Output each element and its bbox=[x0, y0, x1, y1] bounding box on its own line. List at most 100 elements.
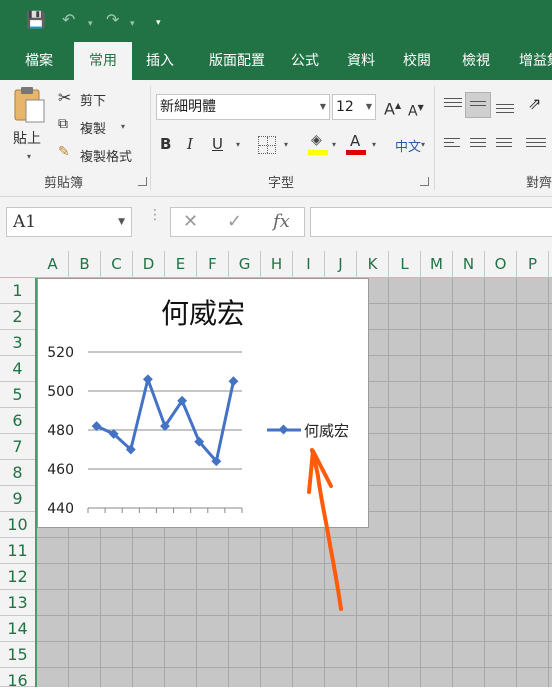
redo-icon[interactable]: ↷ bbox=[106, 10, 119, 30]
row-header[interactable]: 12 bbox=[0, 564, 35, 590]
tab-formulas[interactable]: 公式 bbox=[283, 42, 327, 80]
font-name-dropdown-icon[interactable]: ▼ bbox=[320, 95, 326, 119]
row-headers: 1 2 3 4 5 6 7 8 9 10 11 12 13 14 15 16 bbox=[0, 278, 37, 690]
column-header-k[interactable]: K bbox=[357, 251, 389, 278]
column-header-i[interactable]: I bbox=[293, 251, 325, 278]
increase-font-icon[interactable]: A▲ bbox=[384, 96, 401, 119]
column-header-o[interactable]: O bbox=[485, 251, 517, 278]
customize-toolbar-icon[interactable]: ▾ bbox=[156, 13, 161, 33]
name-box-dropdown-icon[interactable]: ▼ bbox=[118, 208, 125, 236]
column-header-j[interactable]: J bbox=[325, 251, 357, 278]
row-header[interactable]: 5 bbox=[0, 382, 35, 408]
save-icon[interactable]: 💾 bbox=[26, 10, 46, 30]
tab-file[interactable]: 檔案 bbox=[10, 42, 68, 80]
font-name-value: 新細明體 bbox=[160, 99, 216, 115]
row-header[interactable]: 10 bbox=[0, 512, 35, 538]
formula-bar-grip-icon[interactable]: ⋮ bbox=[148, 208, 162, 222]
align-right-icon[interactable] bbox=[496, 138, 512, 150]
row-header[interactable]: 4 bbox=[0, 356, 35, 382]
tab-data[interactable]: 資料 bbox=[336, 42, 386, 80]
phonetic-guide-icon[interactable]: 中文 bbox=[395, 136, 421, 155]
clipboard-launcher-icon[interactable] bbox=[138, 177, 147, 186]
paste-button[interactable]: 貼上 ▾ bbox=[12, 86, 48, 162]
row-header[interactable]: 7 bbox=[0, 434, 35, 460]
italic-button[interactable]: I bbox=[187, 134, 193, 154]
series-line bbox=[95, 377, 235, 463]
formula-input[interactable] bbox=[310, 207, 552, 237]
fill-color-icon[interactable]: ◈ bbox=[308, 132, 328, 156]
column-header-b[interactable]: B bbox=[69, 251, 101, 278]
formula-bar: A1 ▼ ⋮ ✕ ✓ fx bbox=[0, 197, 552, 251]
scissors-icon: ✂ bbox=[58, 88, 72, 107]
row-header[interactable]: 16 bbox=[0, 668, 35, 690]
row-header[interactable]: 13 bbox=[0, 590, 35, 616]
column-header-m[interactable]: M bbox=[421, 251, 453, 278]
column-header-c[interactable]: C bbox=[101, 251, 133, 278]
tab-view[interactable]: 檢視 bbox=[451, 42, 501, 80]
bold-button[interactable]: B bbox=[160, 134, 171, 154]
tab-review[interactable]: 校閱 bbox=[392, 42, 442, 80]
row-header[interactable]: 6 bbox=[0, 408, 35, 434]
undo-dropdown-icon[interactable]: ▾ bbox=[88, 14, 93, 34]
column-header-n[interactable]: N bbox=[453, 251, 485, 278]
paste-dropdown-icon[interactable]: ▾ bbox=[27, 152, 31, 161]
cancel-icon[interactable]: ✕ bbox=[183, 211, 198, 232]
phonetic-dropdown-icon[interactable]: ▾ bbox=[421, 140, 425, 149]
row-header[interactable]: 9 bbox=[0, 486, 35, 512]
column-header-f[interactable]: F bbox=[197, 251, 229, 278]
align-left-icon[interactable] bbox=[444, 138, 460, 150]
fill-color-dropdown-icon[interactable]: ▾ bbox=[332, 140, 336, 149]
tab-insert[interactable]: 插入 bbox=[134, 42, 186, 80]
row-header[interactable]: 15 bbox=[0, 642, 35, 668]
enter-icon[interactable]: ✓ bbox=[227, 211, 242, 232]
underline-dropdown-icon[interactable]: ▾ bbox=[236, 140, 240, 149]
align-middle-button[interactable] bbox=[465, 92, 491, 118]
column-header-d[interactable]: D bbox=[133, 251, 165, 278]
row-header[interactable]: 1 bbox=[0, 278, 35, 304]
chart-area[interactable]: 何威宏 520 500 480 460 440 何威宏 bbox=[37, 278, 369, 528]
font-size-combo[interactable]: 12 ▼ bbox=[332, 94, 376, 120]
font-size-dropdown-icon[interactable]: ▼ bbox=[366, 95, 372, 119]
y-tick-label: 480 bbox=[47, 423, 74, 439]
underline-button[interactable]: U bbox=[212, 134, 223, 154]
chart-title: 何威宏 bbox=[161, 297, 245, 330]
column-header-p[interactable]: P bbox=[517, 251, 549, 278]
redo-dropdown-icon[interactable]: ▾ bbox=[130, 14, 135, 34]
tab-home[interactable]: 常用 bbox=[74, 42, 132, 80]
decrease-font-icon[interactable]: A▼ bbox=[408, 98, 424, 122]
row-header[interactable]: 11 bbox=[0, 538, 35, 564]
orientation-icon[interactable]: ⇗ bbox=[528, 94, 541, 113]
font-launcher-icon[interactable] bbox=[420, 177, 429, 186]
font-size-value: 12 bbox=[336, 99, 354, 115]
row-header[interactable]: 8 bbox=[0, 460, 35, 486]
align-bottom-icon[interactable] bbox=[496, 104, 514, 116]
font-color-dropdown-icon[interactable]: ▾ bbox=[372, 140, 376, 149]
undo-icon[interactable]: ↶ bbox=[62, 10, 75, 30]
name-box[interactable]: A1 ▼ bbox=[6, 207, 132, 237]
align-center-icon[interactable] bbox=[470, 138, 486, 150]
insert-function-icon[interactable]: fx bbox=[273, 211, 290, 232]
row-header[interactable]: 3 bbox=[0, 330, 35, 356]
column-header-e[interactable]: E bbox=[165, 251, 197, 278]
column-header-g[interactable]: G bbox=[229, 251, 261, 278]
row-header[interactable]: 2 bbox=[0, 304, 35, 330]
tab-addins[interactable]: 增益集 bbox=[512, 42, 552, 80]
indent-icon[interactable] bbox=[526, 138, 546, 150]
title-bar: 💾 ↶ ▾ ↷ ▾ ▾ bbox=[0, 0, 552, 42]
borders-dropdown-icon[interactable]: ▾ bbox=[284, 140, 288, 149]
column-header-l[interactable]: L bbox=[389, 251, 421, 278]
tab-page-layout[interactable]: 版面配置 bbox=[193, 42, 281, 80]
cut-button[interactable]: 剪下 bbox=[80, 90, 106, 109]
align-top-icon[interactable] bbox=[444, 98, 462, 110]
copy-dropdown-icon[interactable]: ▾ bbox=[121, 122, 125, 131]
font-color-icon[interactable]: A bbox=[346, 132, 366, 156]
paste-label: 貼上 bbox=[13, 131, 41, 147]
format-painter-button[interactable]: 複製格式 bbox=[80, 146, 132, 165]
column-header-h[interactable]: H bbox=[261, 251, 293, 278]
font-name-combo[interactable]: 新細明體 ▼ bbox=[156, 94, 330, 120]
y-tick-label: 500 bbox=[47, 384, 74, 400]
copy-button[interactable]: 複製 bbox=[80, 118, 106, 137]
column-header-a[interactable]: A bbox=[37, 251, 69, 278]
row-header[interactable]: 14 bbox=[0, 616, 35, 642]
borders-icon[interactable] bbox=[258, 136, 276, 154]
